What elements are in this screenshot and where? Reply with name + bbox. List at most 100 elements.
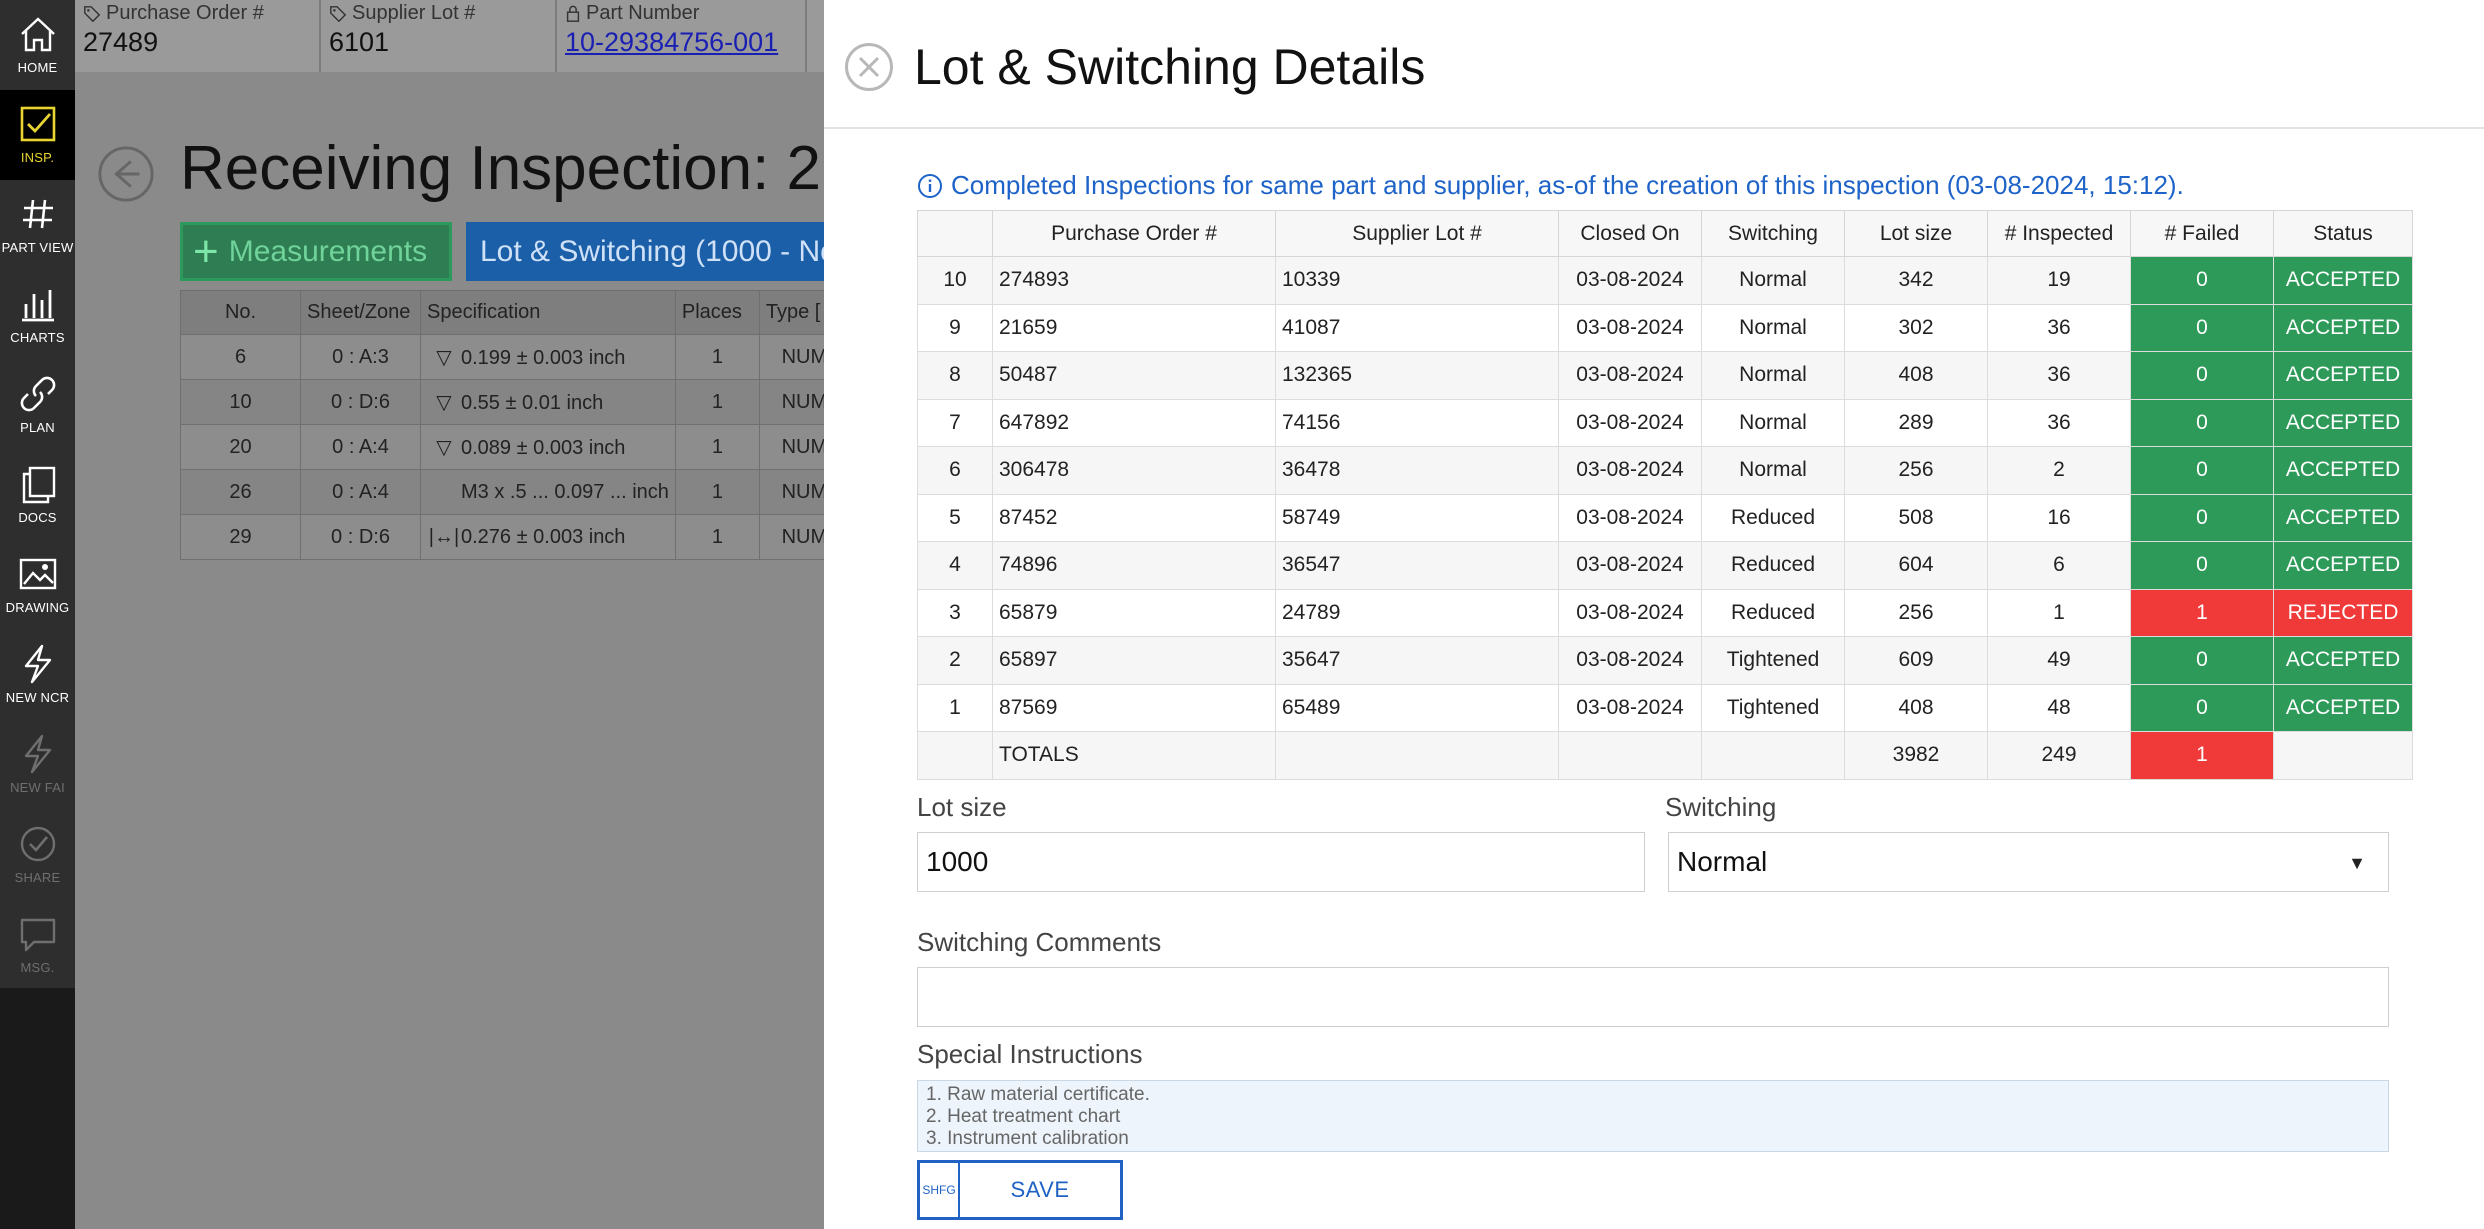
spec-row[interactable]: 10 0 : D:6 ▽ 0.55 ± 0.01 inch 1 NUM xyxy=(180,379,850,425)
switching-cell: Normal xyxy=(1701,303,1845,352)
nav-item-part-view[interactable]: PART VIEW xyxy=(0,180,75,270)
special-instructions-label: Special Instructions xyxy=(917,1039,1143,1069)
switching-select-value: Normal xyxy=(1677,846,1768,877)
spec-no: 26 xyxy=(180,469,301,515)
nav-item-label: PART VIEW xyxy=(1,240,74,255)
spec-places: 1 xyxy=(674,424,760,470)
save-button-group[interactable]: SHFG SAVE xyxy=(917,1160,1123,1220)
message-icon xyxy=(20,918,55,952)
history-row: 2 65897 35647 03-08-2024 Tightened 609 49 0 ACCE… xyxy=(917,636,2413,685)
failed-cell: 0 xyxy=(2130,303,2274,352)
nav-item-drawing[interactable]: DRAWING xyxy=(0,540,75,630)
totals-label: TOTALS xyxy=(992,731,1276,780)
part-number-field: Part Number 10-29384756-001 xyxy=(557,0,807,72)
switching-comments-input[interactable] xyxy=(917,967,2389,1027)
closed-on-cell: 03-08-2024 xyxy=(1558,446,1702,495)
history-row: 9 21659 41087 03-08-2024 Normal 302 36 0 ACCEPTE… xyxy=(917,303,2413,352)
status-badge: ACCEPTED xyxy=(2273,398,2413,447)
supplier-lot-value: 6101 xyxy=(329,27,390,57)
part-number-link[interactable]: 10-29384756-001 xyxy=(565,27,797,58)
spec-row[interactable]: 20 0 : A:4 ▽ 0.089 ± 0.003 inch 1 NUM xyxy=(180,424,850,470)
instruction-line: 2. Heat treatment chart xyxy=(926,1106,1121,1127)
col-header: Places xyxy=(674,290,760,335)
close-icon[interactable] xyxy=(844,42,894,92)
switching-cell: Normal xyxy=(1701,398,1845,447)
nav-item-label: HOME xyxy=(17,60,58,75)
lot-size-cell: 302 xyxy=(1844,303,1988,352)
total-inspected: 249 xyxy=(1987,731,2131,780)
history-row: 3 65879 24789 03-08-2024 Reduced 256 1 1 REJECTE… xyxy=(917,588,2413,637)
lot-switching-button-label: Lot & Switching (1000 - No xyxy=(480,234,837,268)
nav-item-share[interactable]: SHARE xyxy=(0,810,75,900)
home-icon xyxy=(20,17,55,52)
lot-size-cell: 256 xyxy=(1844,446,1988,495)
col-header: # Failed xyxy=(2130,210,2274,257)
spec-places: 1 xyxy=(674,514,760,560)
nav-item-new-fai[interactable]: NEW FAI xyxy=(0,720,75,810)
lot-size-cell: 408 xyxy=(1844,683,1988,732)
nav-item-msg[interactable]: MSG. xyxy=(0,900,75,990)
row-index: 4 xyxy=(917,541,993,590)
supplier-lot-cell: 35647 xyxy=(1275,636,1559,685)
modal-title: Lot & Switching Details xyxy=(914,39,1426,95)
supplier-lot-cell: 24789 xyxy=(1275,588,1559,637)
nav-item-home[interactable]: HOME xyxy=(0,0,75,90)
spec-no: 20 xyxy=(180,424,301,470)
switching-select[interactable]: Normal ▼ xyxy=(1668,832,2389,892)
caret-down-icon: ▼ xyxy=(2348,853,2366,873)
switching-cell: Normal xyxy=(1701,351,1845,400)
closed-on-cell: 03-08-2024 xyxy=(1558,493,1702,542)
purchase-order-cell: 21659 xyxy=(992,303,1276,352)
spec-places: 1 xyxy=(674,334,760,380)
spec-row[interactable]: 60 : A:3 ▽ 0.199 ± 0.003 inch 1 NUM xyxy=(180,334,850,380)
spec-no: 6 xyxy=(180,334,301,380)
spec-places: 1 xyxy=(674,379,760,425)
spec-row[interactable]: 29 0 : D:6 |↔|0.276 ± 0.003 inch 1 NUM xyxy=(180,514,850,560)
switching-cell: Normal xyxy=(1701,256,1845,305)
col-header: Purchase Order # xyxy=(992,210,1276,257)
total-lot-size: 3982 xyxy=(1844,731,1988,780)
lot-size-cell: 604 xyxy=(1844,541,1988,590)
row-index: 1 xyxy=(917,683,993,732)
special-instructions-box[interactable]: 1. Raw material certificate. 2. Heat tre… xyxy=(917,1080,2389,1152)
nav-item-new-ncr[interactable]: NEW NCR xyxy=(0,630,75,720)
empty-cell xyxy=(917,731,993,780)
spec-text: 0.089 ± 0.003 inch xyxy=(461,436,626,459)
spec-zone: 0 : A:4 xyxy=(300,424,421,470)
closed-on-cell: 03-08-2024 xyxy=(1558,398,1702,447)
totals-row: TOTALS 3982 249 1 xyxy=(917,731,2413,780)
status-badge: ACCEPTED xyxy=(2273,351,2413,400)
purchase-order-cell: 87452 xyxy=(992,493,1276,542)
nav-item-charts[interactable]: CHARTS xyxy=(0,270,75,360)
measurements-button[interactable]: + Measurements xyxy=(180,222,452,281)
purchase-order-cell: 65879 xyxy=(992,588,1276,637)
spec-row[interactable]: 26 0 : A:4 M3 x .5 ... 0.097 ... inch 1 NUM xyxy=(180,469,850,515)
lot-size-cell: 609 xyxy=(1844,636,1988,685)
supplier-lot-cell: 41087 xyxy=(1275,303,1559,352)
page-title: Receiving Inspection: 27 xyxy=(180,134,856,203)
spec-text: 0.276 ± 0.003 inch xyxy=(461,525,626,548)
history-row: 7 647892 74156 03-08-2024 Normal 289 36 0 ACCEPT… xyxy=(917,398,2413,447)
nav-item-docs[interactable]: DOCS xyxy=(0,450,75,540)
spec-table-header: No. Sheet/Zone Specification Places Type… xyxy=(180,290,850,335)
back-arrow-icon[interactable] xyxy=(97,145,155,203)
nav-item-plan[interactable]: PLAN xyxy=(0,360,75,450)
info-message: Completed Inspections for same part and … xyxy=(917,170,2184,201)
inspection-history-table: Purchase Order # Supplier Lot # Closed O… xyxy=(917,210,2413,780)
hash-icon xyxy=(22,199,53,229)
switching-cell: Tightened xyxy=(1701,636,1845,685)
purchase-order-cell: 50487 xyxy=(992,351,1276,400)
col-header: No. xyxy=(180,290,301,335)
image-icon xyxy=(19,558,56,590)
save-button[interactable]: SAVE xyxy=(960,1163,1120,1217)
col-header: Sheet/Zone xyxy=(300,290,421,335)
failed-cell: 0 xyxy=(2130,351,2274,400)
specification-table: No. Sheet/Zone Specification Places Type… xyxy=(180,290,850,560)
inspected-cell: 36 xyxy=(1987,303,2131,352)
history-row: 4 74896 36547 03-08-2024 Reduced 604 6 0 ACCEPTE… xyxy=(917,541,2413,590)
history-row: 6 306478 36478 03-08-2024 Normal 256 2 0 ACCEPTE… xyxy=(917,446,2413,495)
history-table-header: Purchase Order # Supplier Lot # Closed O… xyxy=(917,210,2413,257)
nav-item-label: SHARE xyxy=(14,870,61,885)
lot-size-input[interactable]: 1000 xyxy=(917,832,1645,892)
nav-item-insp[interactable]: INSP. xyxy=(0,90,75,180)
